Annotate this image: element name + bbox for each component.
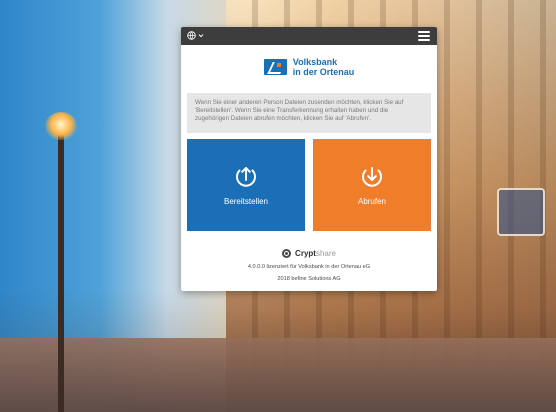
provide-files-button[interactable]: Bereitstellen — [187, 139, 305, 231]
upload-icon — [233, 163, 259, 189]
instructions-box: Wenn Sie einer anderen Person Dateien zu… — [187, 93, 431, 133]
menu-line — [418, 35, 430, 37]
background-bank-sign — [497, 188, 545, 236]
volksbank-logo-icon — [263, 59, 287, 75]
cryptshare-logo-icon — [282, 249, 292, 258]
cryptshare-wordmark-bold: Crypt — [295, 249, 316, 258]
hamburger-menu-icon[interactable] — [418, 31, 430, 41]
retrieve-files-button[interactable]: Abrufen — [313, 139, 431, 231]
cryptshare-wordmark-light: share — [315, 249, 336, 258]
chevron-down-icon — [198, 32, 204, 41]
background-street — [0, 338, 556, 412]
topbar — [181, 27, 437, 45]
brand-line-2: in der Ortenau — [292, 67, 355, 77]
menu-line — [418, 31, 430, 33]
action-tiles: Bereitstellen Abrufen — [181, 133, 437, 231]
retrieve-files-label: Abrufen — [357, 197, 387, 206]
brand-name: Volksbank in der Ortenau — [293, 57, 355, 77]
download-icon — [359, 163, 385, 189]
brand-line-1: Volksbank — [292, 57, 338, 67]
globe-icon — [187, 30, 196, 42]
copyright-text: 2018 befine Solutions AG — [277, 276, 341, 282]
cryptshare-logo: Cryptshare — [282, 249, 336, 258]
license-text: 4.0.0.0 lizenziert für Volksbank in der … — [247, 264, 371, 270]
background-lamp-post — [58, 130, 64, 412]
provide-files-label: Bereitstellen — [223, 197, 269, 206]
language-selector[interactable] — [187, 30, 204, 42]
cryptshare-dialog: Volksbank in der Ortenau Wenn Sie einer … — [181, 27, 437, 291]
cryptshare-wordmark: Cryptshare — [295, 249, 336, 258]
background-lamp-light — [45, 112, 77, 140]
footer: Cryptshare 4.0.0.0 lizenziert für Volksb… — [181, 231, 437, 282]
menu-line — [418, 39, 430, 41]
brand-header: Volksbank in der Ortenau — [181, 45, 437, 87]
